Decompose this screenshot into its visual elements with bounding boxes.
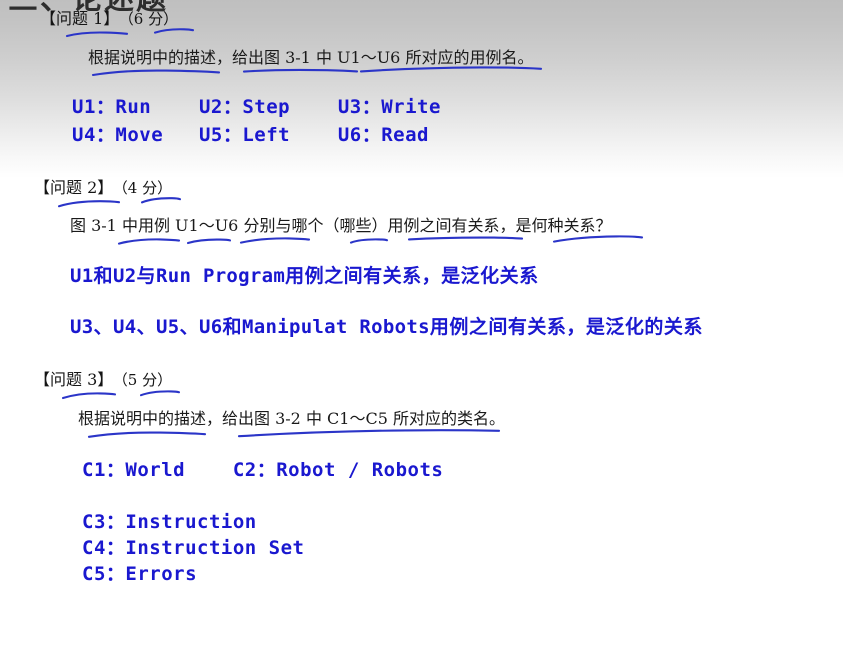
underline-stroke bbox=[153, 27, 195, 35]
answer-cjk-segment: 、 bbox=[136, 316, 156, 338]
question-3-prompt: 根据说明中的描述，给出图 3-2 中 C1～C5 所对应的类名。 bbox=[78, 409, 505, 428]
underline-stroke bbox=[239, 236, 311, 245]
answer-cjk-segment: 用例之间有关系，是泛化的关系 bbox=[429, 316, 703, 338]
underline-stroke bbox=[91, 68, 221, 77]
question-2-header-line: 【问题 2】 （4 分） bbox=[34, 178, 172, 197]
underline-stroke bbox=[65, 30, 129, 38]
answer-cjk-segment: 与 bbox=[136, 265, 156, 287]
answer-latin-segment: Run Program bbox=[156, 265, 286, 287]
question-1-header: 【问题 1】 bbox=[40, 9, 120, 28]
underline-stroke bbox=[117, 237, 181, 246]
answer-latin-segment: U4 bbox=[113, 316, 137, 338]
question-1-answer-line-1: U1：Run U2：Step U3：Write bbox=[72, 96, 441, 118]
underline-stroke bbox=[61, 391, 117, 400]
underline-stroke bbox=[349, 237, 389, 246]
question-2-prompt: 图 3-1 中用例 U1～U6 分别与哪个（哪些）用例之间有关系，是何种关系？ bbox=[70, 216, 612, 235]
question-3-answer-line-3: C4：Instruction Set bbox=[82, 537, 305, 559]
answer-cjk-segment: 、 bbox=[179, 316, 199, 338]
answer-latin-segment: U5 bbox=[156, 316, 180, 338]
question-3-header: 【问题 3】 bbox=[34, 370, 114, 389]
underline-stroke bbox=[57, 199, 121, 208]
question-2-answer-line-2: U3、U4、U5、U6和Manipulat Robots用例之间有关系，是泛化的… bbox=[70, 312, 703, 339]
answer-cjk-segment: 和 bbox=[93, 265, 113, 287]
underline-stroke bbox=[242, 67, 359, 76]
question-3-answer-line-1: C1：World C2：Robot / Robots bbox=[82, 459, 444, 481]
question-2-score: （4 分） bbox=[120, 179, 173, 197]
question-1-header-line: 【问题 1】 （6 分） bbox=[40, 9, 178, 28]
answer-cjk-segment: 、 bbox=[93, 316, 113, 338]
question-3-answer-line-4: C5：Errors bbox=[82, 563, 198, 585]
answer-latin-segment: U1 bbox=[70, 265, 94, 287]
underline-stroke bbox=[139, 389, 181, 398]
question-3-score: （5 分） bbox=[120, 371, 173, 389]
answer-cjk-segment: 和 bbox=[222, 316, 242, 338]
answer-latin-segment: Manipulat Robots bbox=[242, 316, 430, 338]
question-3-answer-line-2: C3：Instruction bbox=[82, 511, 257, 533]
underline-stroke bbox=[407, 235, 524, 244]
question-1-score: （6 分） bbox=[126, 10, 179, 28]
answer-latin-segment: U6 bbox=[199, 316, 223, 338]
underline-stroke bbox=[186, 237, 232, 246]
question-2-answer-line-1: U1和U2与Run Program用例之间有关系，是泛化关系 bbox=[70, 261, 539, 288]
underline-stroke bbox=[237, 428, 501, 439]
question-1-prompt: 根据说明中的描述，给出图 3-1 中 U1～U6 所对应的用例名。 bbox=[88, 48, 534, 67]
slide-canvas: 三、论述题 【问题 1】（6 分） 根据说明中的描述，给出图 3-1 中 U1～… bbox=[0, 0, 843, 662]
answer-latin-segment: U3 bbox=[70, 316, 94, 338]
answer-cjk-segment: 用例之间有关系，是泛化关系 bbox=[285, 265, 539, 287]
underline-stroke bbox=[140, 196, 182, 205]
question-3-header-line: 【问题 3】 （5 分） bbox=[34, 370, 172, 389]
underline-stroke bbox=[87, 430, 207, 439]
question-2-header: 【问题 2】 bbox=[34, 178, 114, 197]
answer-latin-segment: U2 bbox=[113, 265, 137, 287]
question-1-answer-line-2: U4：Move U5：Left U6：Read bbox=[72, 124, 429, 146]
